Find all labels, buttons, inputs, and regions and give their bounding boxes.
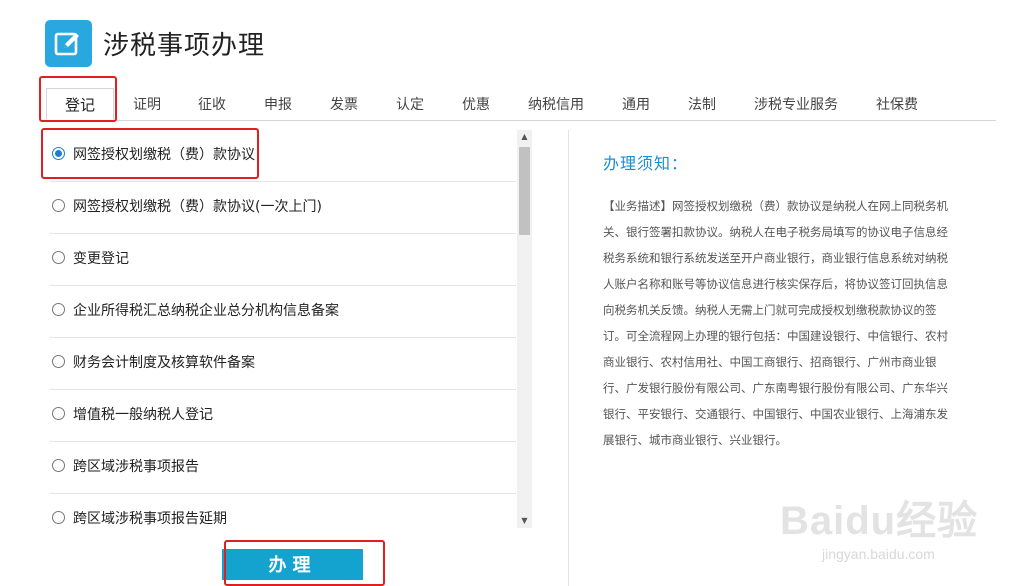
item-label: 跨区域涉税事项报告延期 (73, 511, 227, 527)
list-item[interactable]: 网签授权划缴税（费）款协议(一次上门) (50, 182, 516, 234)
handle-button[interactable]: 办理 (222, 549, 363, 580)
page-title: 涉税事项办理 (103, 31, 266, 61)
scroll-down-arrow-icon[interactable]: ▼ (517, 514, 532, 528)
list-item[interactable]: 变更登记 (50, 234, 516, 286)
tab-certification[interactable]: 认定 (396, 94, 424, 114)
tab-certificate[interactable]: 证明 (133, 94, 161, 114)
list-item[interactable]: 增值税一般纳税人登记 (50, 390, 516, 442)
tab-registration[interactable]: 登记 (46, 88, 114, 120)
item-label: 网签授权划缴税（费）款协议 (73, 147, 255, 163)
notice-title: 办理须知： (603, 154, 689, 173)
tab-collection[interactable]: 征收 (198, 94, 226, 114)
tab-preferential[interactable]: 优惠 (462, 94, 490, 114)
tab-general[interactable]: 通用 (622, 94, 650, 114)
tab-declaration[interactable]: 申报 (264, 94, 292, 114)
tab-social-insurance[interactable]: 社保费 (876, 94, 918, 114)
list-scrollbar[interactable]: ▲ ▼ (517, 130, 532, 528)
radio-button[interactable] (52, 303, 65, 316)
item-label: 企业所得税汇总纳税企业总分机构信息备案 (73, 303, 339, 319)
item-label: 财务会计制度及核算软件备案 (73, 355, 255, 371)
tab-bar: 登记 证明 征收 申报 发票 认定 优惠 纳税信用 通用 法制 涉税专业服务 社… (40, 88, 996, 121)
watermark-logo: Baidu经验 (780, 499, 979, 543)
item-label: 增值税一般纳税人登记 (73, 407, 213, 423)
notice-body: 【业务描述】网签授权划缴税（费）款协议是纳税人在网上同税务机关、银行签署扣款协议… (603, 199, 948, 447)
radio-button[interactable] (52, 459, 65, 472)
watermark-url: jingyan.baidu.com (822, 546, 935, 562)
edit-icon (54, 32, 79, 56)
panel-divider (568, 130, 569, 586)
tab-legal[interactable]: 法制 (688, 94, 716, 114)
list-item[interactable]: 网签授权划缴税（费）款协议 (50, 130, 516, 182)
item-label: 网签授权划缴税（费）款协议(一次上门) (73, 199, 322, 215)
item-label: 跨区域涉税事项报告 (73, 459, 199, 475)
scroll-up-arrow-icon[interactable]: ▲ (517, 130, 532, 144)
item-label: 变更登记 (73, 251, 129, 267)
tab-tax-professional-service[interactable]: 涉税专业服务 (754, 94, 838, 114)
radio-button[interactable] (52, 355, 65, 368)
list-item[interactable]: 跨区域涉税事项报告延期 (50, 494, 516, 528)
radio-button[interactable] (52, 407, 65, 420)
list-item[interactable]: 跨区域涉税事项报告 (50, 442, 516, 494)
tab-invoice[interactable]: 发票 (330, 94, 358, 114)
radio-button[interactable] (52, 147, 65, 160)
app-logo (45, 20, 92, 67)
radio-button[interactable] (52, 511, 65, 524)
watermark: Baidu经验 jingyan.baidu.com (780, 488, 1005, 578)
item-list: 网签授权划缴税（费）款协议 网签授权划缴税（费）款协议(一次上门) 变更登记 企… (40, 130, 518, 528)
list-item[interactable]: 企业所得税汇总纳税企业总分机构信息备案 (50, 286, 516, 338)
radio-button[interactable] (52, 251, 65, 264)
radio-button[interactable] (52, 199, 65, 212)
list-item[interactable]: 财务会计制度及核算软件备案 (50, 338, 516, 390)
scroll-thumb[interactable] (519, 147, 530, 235)
tab-tax-credit[interactable]: 纳税信用 (528, 94, 584, 114)
